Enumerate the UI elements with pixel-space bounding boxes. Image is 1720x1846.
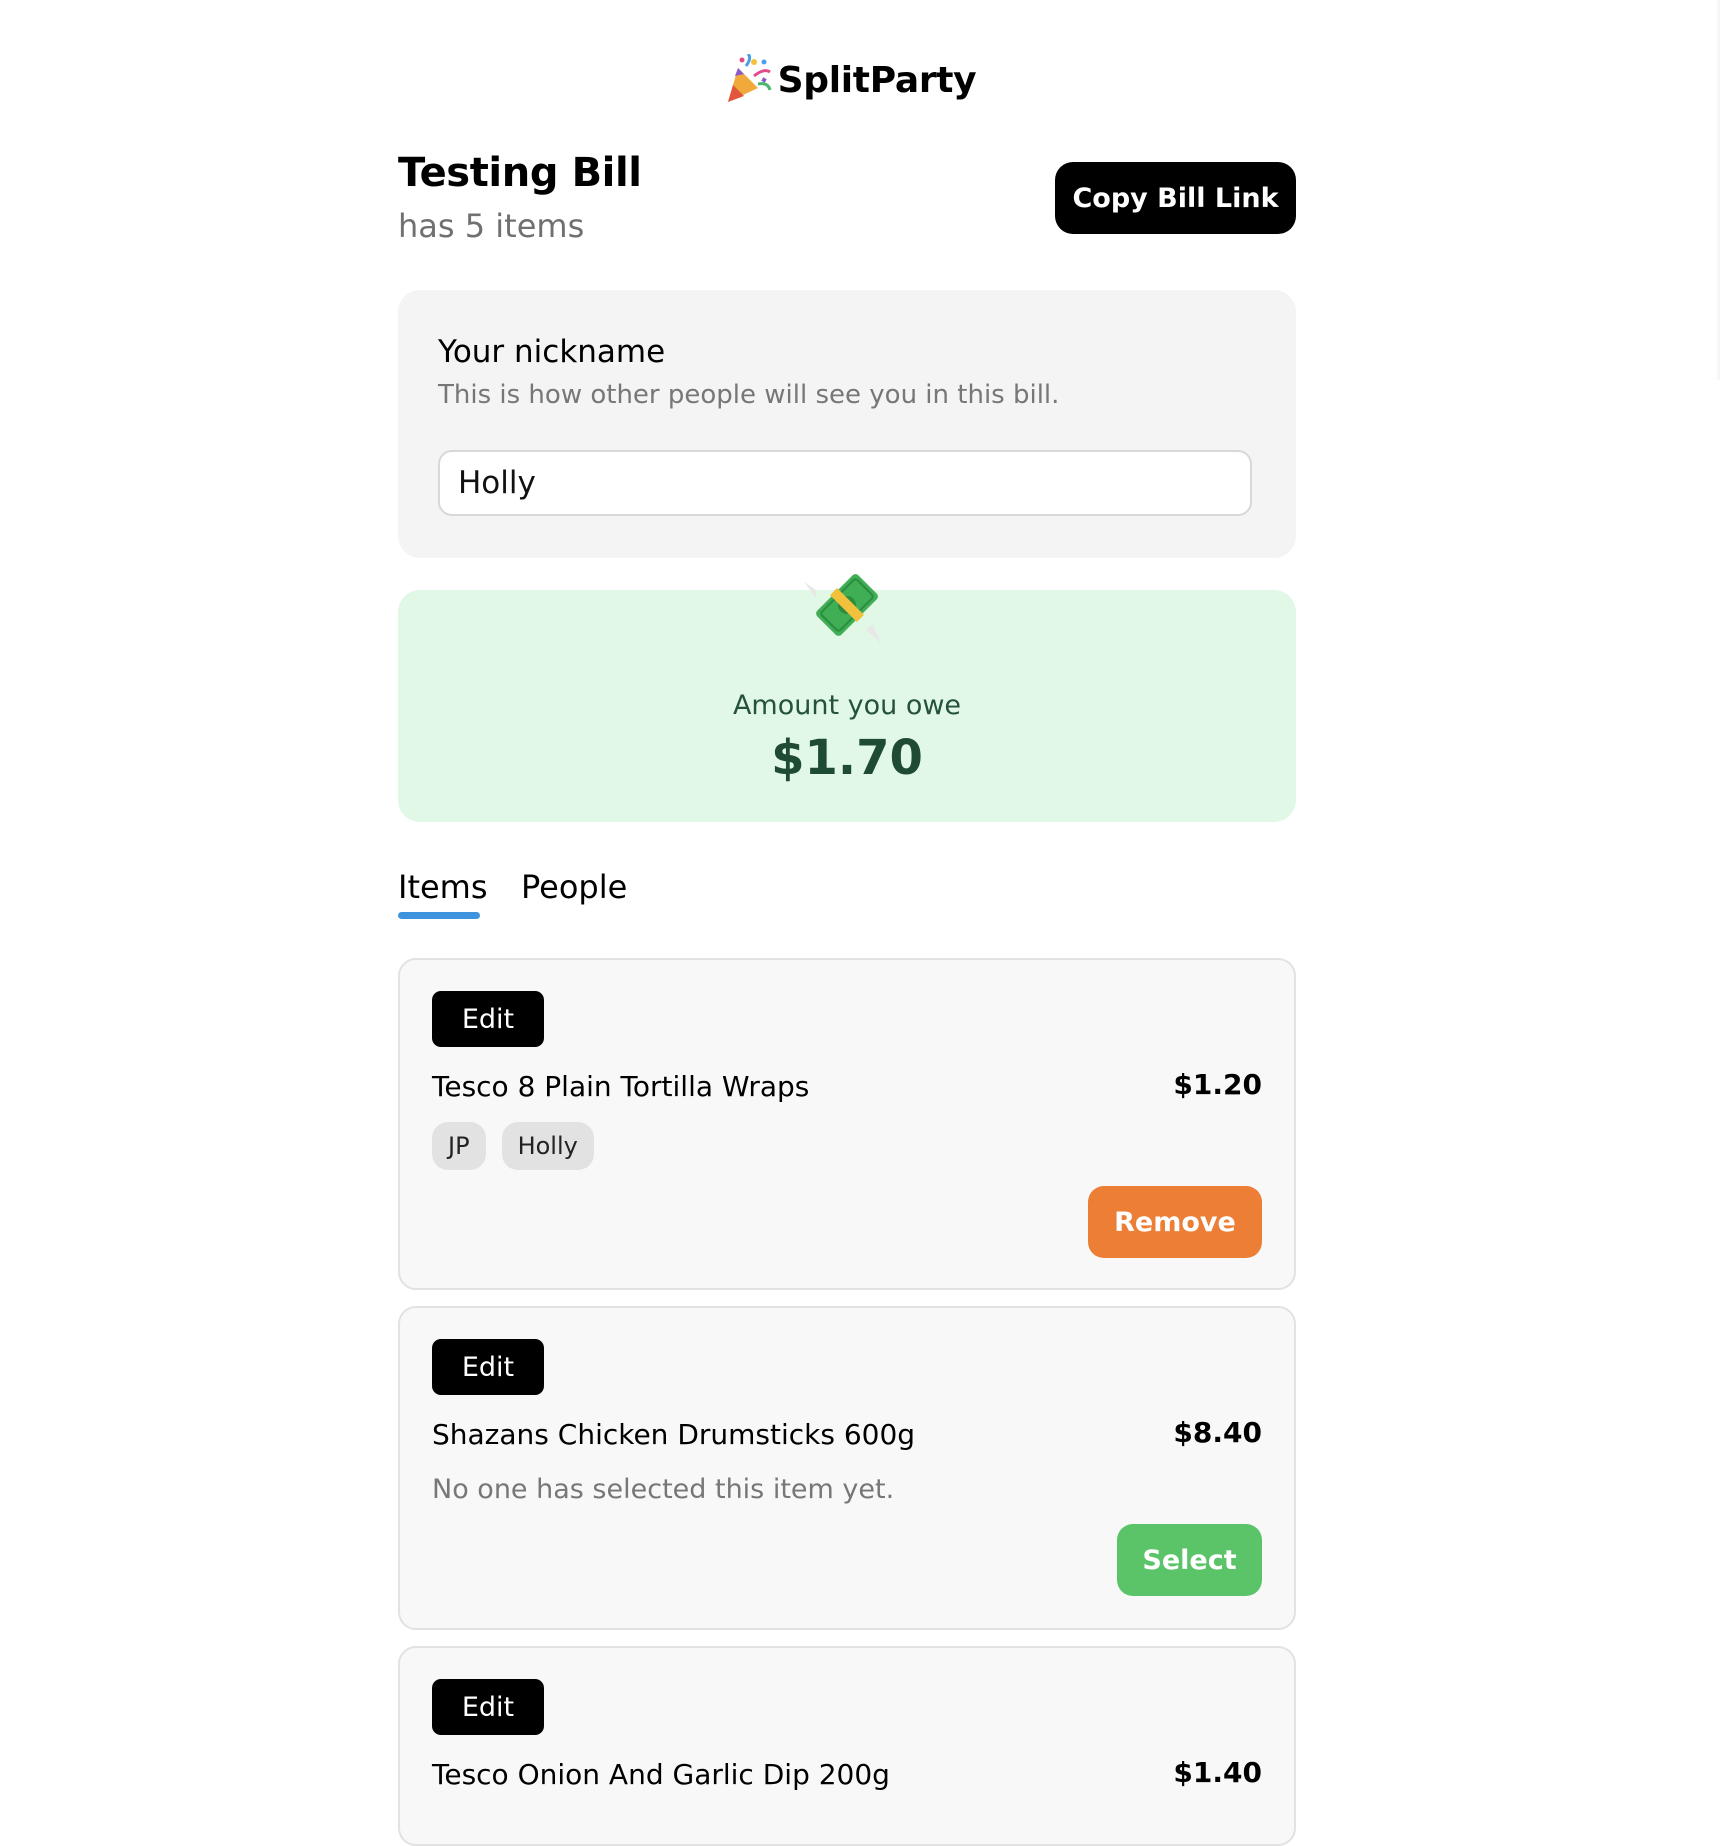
item-card: Edit Tesco Onion And Garlic Dip 200g $1.… — [398, 1646, 1296, 1846]
select-item-button[interactable]: Select — [1117, 1524, 1262, 1596]
bill-title: Testing Bill — [398, 150, 642, 196]
page: SplitParty Testing Bill has 5 items Copy… — [0, 0, 1720, 1846]
nickname-card: Your nickname This is how other people w… — [398, 290, 1296, 558]
edit-item-button[interactable]: Edit — [432, 1679, 544, 1735]
amount-owed-value: $1.70 — [771, 730, 923, 786]
item-name: Tesco 8 Plain Tortilla Wraps — [432, 1070, 810, 1103]
app-name: SplitParty — [777, 59, 977, 101]
remove-item-button[interactable]: Remove — [1088, 1186, 1262, 1258]
item-card: Edit Tesco 8 Plain Tortilla Wraps $1.20 … — [398, 958, 1296, 1290]
edit-item-button[interactable]: Edit — [432, 1339, 544, 1395]
active-tab-indicator — [398, 912, 480, 919]
person-chip: Holly — [501, 1122, 594, 1170]
amount-owed-label: Amount you owe — [732, 690, 962, 721]
amount-owed-card: $ Amount you owe $1.70 — [398, 574, 1296, 822]
item-card: Edit Shazans Chicken Drumsticks 600g $8.… — [398, 1306, 1296, 1630]
item-price: $1.40 — [1173, 1756, 1262, 1789]
money-with-wings-icon: $ — [804, 574, 882, 644]
item-price: $8.40 — [1173, 1416, 1262, 1449]
nickname-label: Your nickname — [438, 334, 666, 370]
nickname-hint: This is how other people will see you in… — [438, 380, 1060, 410]
tab-items[interactable]: Items — [398, 868, 488, 906]
item-price: $1.20 — [1173, 1068, 1262, 1101]
no-selection-note: No one has selected this item yet. — [432, 1474, 895, 1505]
item-name: Shazans Chicken Drumsticks 600g — [432, 1418, 916, 1451]
edit-item-button[interactable]: Edit — [432, 991, 544, 1047]
copy-bill-link-button[interactable]: Copy Bill Link — [1055, 162, 1296, 234]
bill-item-count: has 5 items — [398, 207, 585, 245]
person-chip: JP — [432, 1122, 486, 1170]
item-name: Tesco Onion And Garlic Dip 200g — [432, 1758, 890, 1791]
tab-people[interactable]: People — [521, 868, 627, 906]
item-people: JP Holly — [432, 1122, 594, 1170]
nickname-input[interactable] — [438, 450, 1252, 516]
app-header: SplitParty — [0, 50, 1700, 110]
party-popper-icon — [727, 54, 772, 102]
scrollbar-edge — [1715, 0, 1720, 380]
